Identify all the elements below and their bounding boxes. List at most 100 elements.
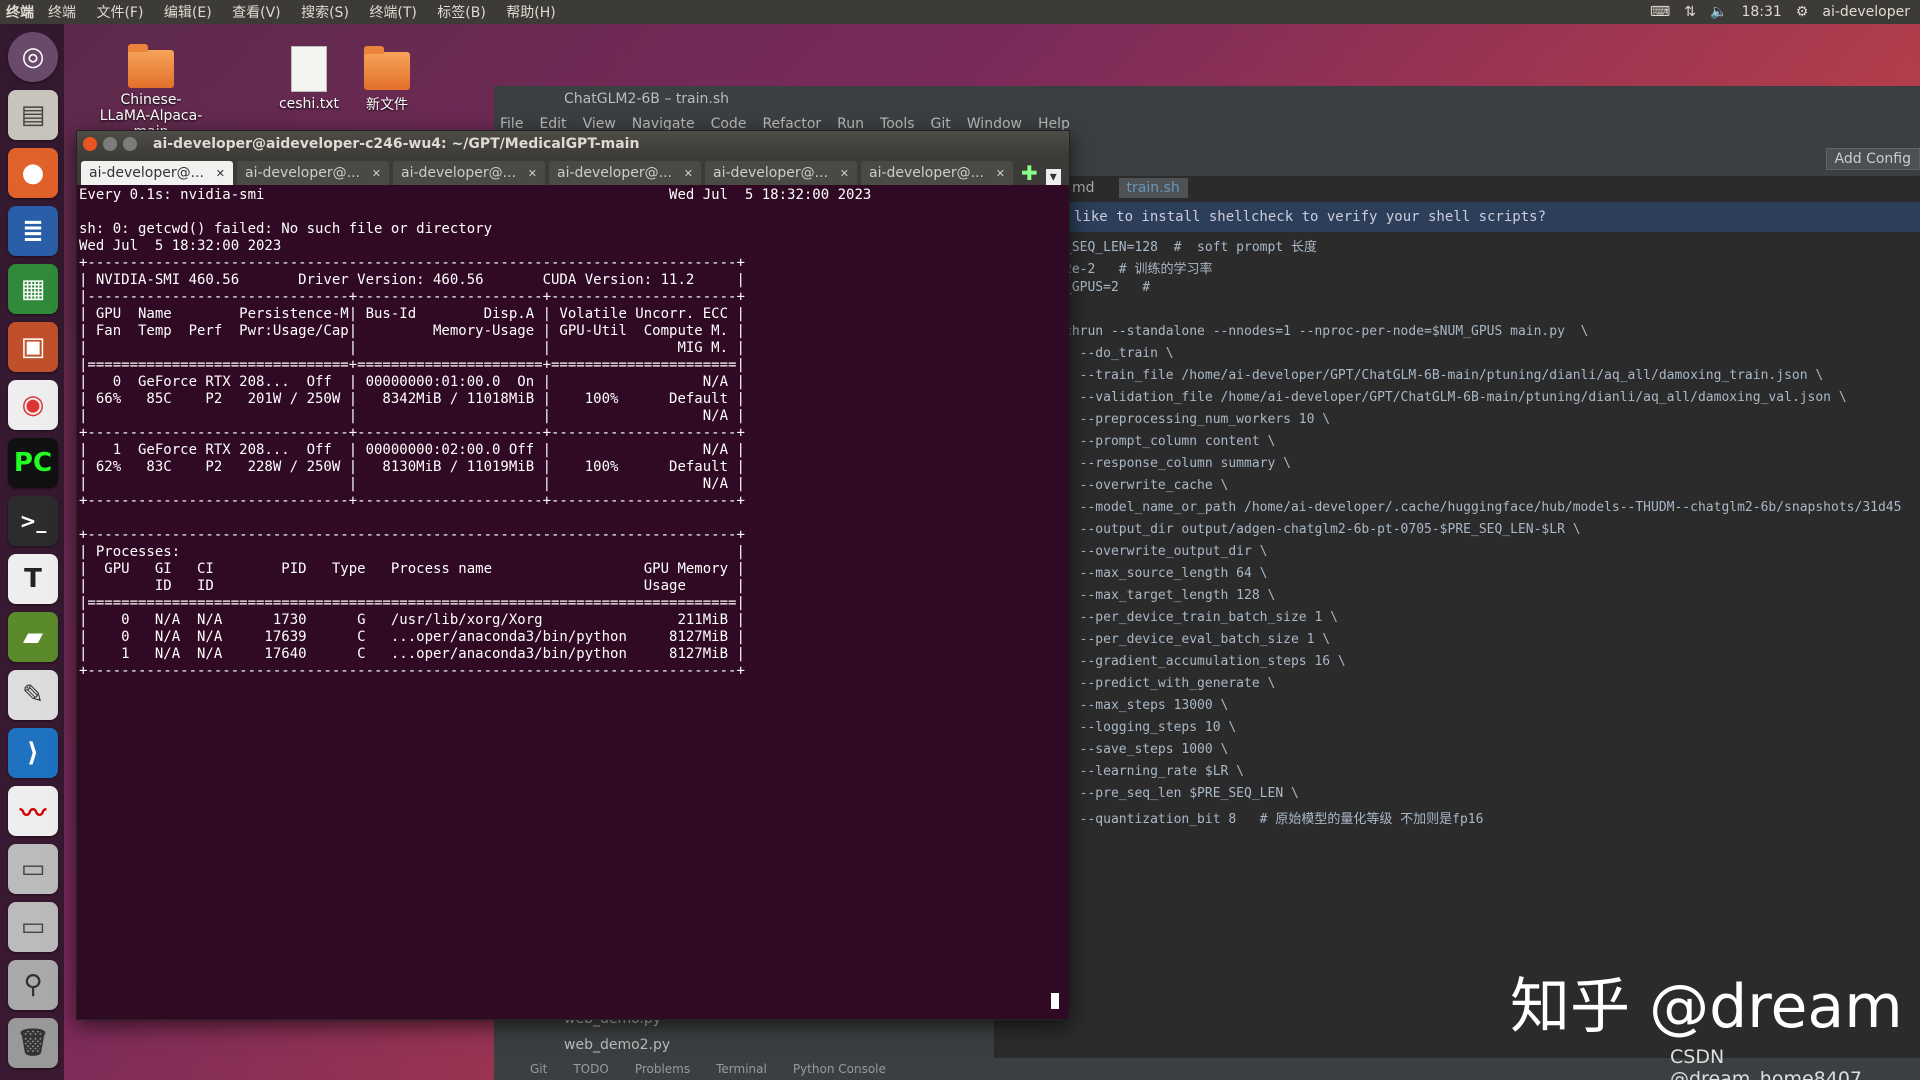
terminal-line: | 1 N/A N/A 17640 C ...oper/anaconda3/bi… xyxy=(79,646,745,662)
menu-terminal[interactable]: 终端 xyxy=(48,5,76,21)
terminal-tab[interactable]: ai-developer@... ✕ xyxy=(861,161,1013,185)
code-line: _SEQ_LEN=128 # soft prompt 长度 xyxy=(1064,240,1317,255)
close-tab-icon[interactable]: ✕ xyxy=(840,167,849,180)
terminal-line: +---------------------------------------… xyxy=(79,255,745,271)
terminal-tab[interactable]: ai-developer@... ✕ xyxy=(237,161,389,185)
terminal-line: | | | N/A | xyxy=(79,476,745,492)
disk2-icon[interactable]: ▭ xyxy=(8,902,58,952)
terminal-line: +-------------------------------+-------… xyxy=(79,425,745,441)
close-tab-icon[interactable]: ✕ xyxy=(996,167,1005,180)
tab-train-sh[interactable]: train.sh xyxy=(1118,178,1188,198)
ubuntu-dash-icon[interactable]: ◎ xyxy=(8,32,58,82)
clock[interactable]: 18:31 xyxy=(1741,4,1781,20)
desktop-item-label: 新文件 xyxy=(366,97,408,113)
code-editor[interactable]: _SEQ_LEN=128 # soft prompt 长度 2e-2 # 训练的学… xyxy=(1064,236,1920,1056)
code-line: --preprocessing_num_workers 10 \ xyxy=(1064,412,1331,427)
terminal-line: Every 0.1s: nvidia-smi Wed Jul 5 18:32:0… xyxy=(79,187,872,203)
terminal-line: | GPU Name Persistence-M| Bus-Id Disp.A … xyxy=(79,306,745,322)
notes-icon[interactable]: ✎ xyxy=(8,670,58,720)
menu-view[interactable]: 查看(V) xyxy=(232,5,281,21)
terminal-line: | Processes: | xyxy=(79,544,745,560)
code-line: --overwrite_cache \ xyxy=(1064,478,1229,493)
terminal-line: | Fan Temp Perf Pwr:Usage/Cap| Memory-Us… xyxy=(79,323,745,339)
tool-git[interactable]: Git xyxy=(530,1062,547,1076)
settings-icon[interactable]: ⚙ xyxy=(1796,4,1809,20)
code-line: --validation_file /home/ai-developer/GPT… xyxy=(1064,390,1847,405)
terminal-tab[interactable]: ai-developer@... ✕ xyxy=(81,161,233,185)
keyboard-icon[interactable]: ⌨ xyxy=(1650,4,1670,20)
tool-python-console[interactable]: Python Console xyxy=(793,1062,886,1076)
terminal-line: | 1 GeForce RTX 208... Off | 00000000:02… xyxy=(79,442,745,458)
pdf-reader-icon[interactable]: 〰 xyxy=(8,786,58,836)
code-line: --output_dir output/adgen-chatglm2-6b-pt… xyxy=(1064,522,1581,537)
top-panel: 终端 终端 文件(F) 编辑(E) 查看(V) 搜索(S) 终端(T) 标签(B… xyxy=(0,0,1920,24)
add-configuration-button[interactable]: Add Config xyxy=(1825,148,1920,170)
shellcheck-banner: like to install shellcheck to verify you… xyxy=(1064,202,1920,232)
tab-list-dropdown-icon[interactable]: ▾ xyxy=(1045,169,1061,185)
terminal-line: | 0 N/A N/A 17639 C ...oper/anaconda3/bi… xyxy=(79,629,745,645)
menu-search[interactable]: 搜索(S) xyxy=(301,5,349,21)
menu-terminal-t[interactable]: 终端(T) xyxy=(369,5,416,21)
disk-icon[interactable]: ▭ xyxy=(8,844,58,894)
trash-icon[interactable]: 🗑 xyxy=(8,1018,58,1068)
menu-edit[interactable]: 编辑(E) xyxy=(164,5,212,21)
terminal-line: | 66% 85C P2 201W / 250W | 8342MiB / 110… xyxy=(79,391,745,407)
menu-help[interactable]: 帮助(H) xyxy=(506,5,555,21)
calc-icon[interactable]: ▦ xyxy=(8,264,58,314)
tool-terminal[interactable]: Terminal xyxy=(716,1062,767,1076)
minimize-icon[interactable] xyxy=(103,137,117,151)
terminal-line: | NVIDIA-SMI 460.56 Driver Version: 460.… xyxy=(79,272,745,288)
terminal-title: ai-developer@aideveloper-c246-wu4: ~/GPT… xyxy=(153,136,640,152)
ide-titlebar: ChatGLM2-6B – train.sh xyxy=(494,86,1920,112)
code-line: --prompt_column content \ xyxy=(1064,434,1276,449)
terminal-tab[interactable]: ai-developer@... ✕ xyxy=(549,161,701,185)
close-tab-icon[interactable]: ✕ xyxy=(684,167,693,180)
close-tab-icon[interactable]: ✕ xyxy=(372,167,381,180)
code-line: --model_name_or_path /home/ai-developer/… xyxy=(1064,500,1902,515)
terminal-tab-label: ai-developer@... xyxy=(245,165,360,181)
terminal-line: |-------------------------------+-------… xyxy=(79,289,745,305)
code-line: --save_steps 1000 \ xyxy=(1064,742,1229,757)
terminal-line: Wed Jul 5 18:32:00 2023 xyxy=(79,238,282,254)
terminal-output[interactable]: Every 0.1s: nvidia-smi Wed Jul 5 18:32:0… xyxy=(77,185,1069,680)
firefox-icon[interactable]: ● xyxy=(8,148,58,198)
text-editor-icon[interactable]: T xyxy=(8,554,58,604)
book-icon[interactable]: ▰ xyxy=(8,612,58,662)
menu-tabs[interactable]: 标签(B) xyxy=(437,5,486,21)
desktop-folder-new[interactable]: 新文件 xyxy=(332,46,442,114)
terminal-tab[interactable]: ai-developer@... ✕ xyxy=(393,161,545,185)
desktop-folder-alpaca[interactable]: Chinese-LLaMA-Alpaca-main xyxy=(96,44,206,140)
csdn-watermark: CSDN @dream_home8407 xyxy=(1670,1046,1863,1080)
close-tab-icon[interactable]: ✕ xyxy=(216,167,225,180)
chrome-icon[interactable]: ◉ xyxy=(8,380,58,430)
new-tab-icon[interactable]: ✚ xyxy=(1021,161,1038,185)
user-name[interactable]: ai-developer xyxy=(1822,4,1910,20)
terminal-line: | 0 GeForce RTX 208... Off | 00000000:01… xyxy=(79,374,745,390)
menu-file[interactable]: 文件(F) xyxy=(96,5,143,21)
close-icon[interactable] xyxy=(83,137,97,151)
terminal-line: | ID ID Usage | xyxy=(79,578,745,594)
folder-icon xyxy=(128,44,174,88)
code-line: --max_source_length 64 \ xyxy=(1064,566,1268,581)
terminal-icon[interactable]: >_ xyxy=(8,496,58,546)
file-web-demo2[interactable]: web_demo2.py xyxy=(494,1032,994,1058)
close-tab-icon[interactable]: ✕ xyxy=(528,167,537,180)
text-file-icon xyxy=(291,46,327,92)
terminal-tab[interactable]: ai-developer@... ✕ xyxy=(705,161,857,185)
usb-icon[interactable]: ⚲ xyxy=(8,960,58,1010)
network-icon[interactable]: ⇅ xyxy=(1684,4,1696,20)
editor-tabs: md train.sh xyxy=(1064,176,1188,200)
folder-icon xyxy=(364,46,410,90)
terminal-tab-label: ai-developer@... xyxy=(401,165,516,181)
terminal-titlebar: ai-developer@aideveloper-c246-wu4: ~/GPT… xyxy=(77,131,1069,157)
vscode-icon[interactable]: ⟩ xyxy=(8,728,58,778)
files-icon[interactable]: ▤ xyxy=(8,90,58,140)
tool-problems[interactable]: Problems xyxy=(635,1062,690,1076)
zhihu-watermark: 知乎 @dream xyxy=(1510,972,1903,1042)
writer-icon[interactable]: ≣ xyxy=(8,206,58,256)
volume-icon[interactable]: 🔈 xyxy=(1710,4,1727,20)
tool-todo[interactable]: TODO xyxy=(573,1062,608,1076)
pycharm-icon[interactable]: PC xyxy=(8,438,58,488)
impress-icon[interactable]: ▣ xyxy=(8,322,58,372)
maximize-icon[interactable] xyxy=(123,137,137,151)
